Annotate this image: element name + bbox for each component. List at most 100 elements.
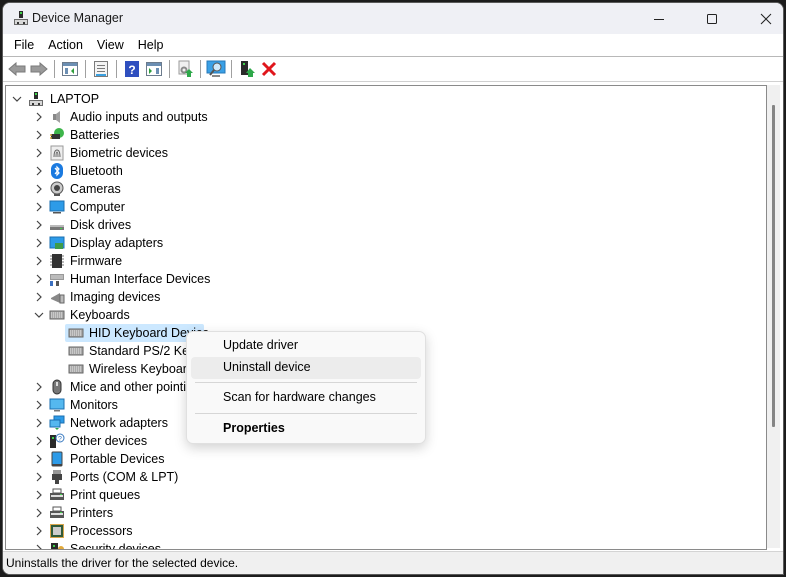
help-button[interactable]: ? bbox=[121, 58, 143, 80]
unknown-device-icon: ? bbox=[50, 433, 65, 448]
device-manager-app-icon bbox=[14, 11, 28, 25]
chevron-right-icon[interactable] bbox=[34, 292, 44, 302]
chevron-right-icon[interactable] bbox=[34, 184, 44, 194]
tree-category-row[interactable]: Human Interface Devices bbox=[6, 270, 746, 288]
scan-hardware-button[interactable] bbox=[205, 58, 227, 80]
tree-category-row[interactable]: Computer bbox=[6, 198, 746, 216]
tree-category-row[interactable]: Security devices bbox=[6, 540, 746, 550]
context-menu-scan-hardware[interactable]: Scan for hardware changes bbox=[191, 387, 421, 409]
tree-category-label: Other devices bbox=[70, 434, 148, 448]
chevron-right-icon[interactable] bbox=[34, 382, 44, 392]
chevron-right-icon[interactable] bbox=[34, 112, 44, 122]
show-action-pane-button[interactable] bbox=[143, 58, 165, 80]
mouse-icon bbox=[52, 379, 62, 395]
tree-category-row[interactable]: Bluetooth bbox=[6, 162, 746, 180]
tree-category-label: Batteries bbox=[70, 128, 120, 142]
toolbar-separator bbox=[169, 60, 170, 78]
chevron-down-icon[interactable] bbox=[12, 94, 22, 104]
menu-view[interactable]: View bbox=[90, 35, 131, 55]
menu-action[interactable]: Action bbox=[41, 35, 90, 55]
forward-button[interactable] bbox=[28, 58, 50, 80]
context-menu-item-label: Uninstall device bbox=[223, 360, 311, 374]
chevron-right-icon[interactable] bbox=[34, 526, 44, 536]
keyboard-icon bbox=[49, 310, 65, 320]
tree-category-row[interactable]: Audio inputs and outputs bbox=[6, 108, 746, 126]
toolbar: ? bbox=[3, 57, 783, 82]
tree-category-row[interactable]: Display adapters bbox=[6, 234, 746, 252]
back-button[interactable] bbox=[6, 58, 28, 80]
close-button[interactable] bbox=[743, 3, 783, 34]
tree-category-row[interactable]: Printers bbox=[6, 504, 746, 522]
chevron-right-icon[interactable] bbox=[34, 274, 44, 284]
device-tree[interactable]: LAPTOP Audio inputs and outputs Batteries B… bbox=[5, 85, 767, 550]
tree-category-label: Display adapters bbox=[70, 236, 164, 250]
show-hide-console-tree-button[interactable] bbox=[59, 58, 81, 80]
tree-category-label: Bluetooth bbox=[70, 164, 123, 178]
chevron-right-icon[interactable] bbox=[34, 130, 44, 140]
security-device-icon bbox=[51, 543, 64, 549]
svg-text:?: ? bbox=[58, 436, 62, 443]
tree-root-row[interactable]: LAPTOP bbox=[6, 90, 746, 108]
minimize-button[interactable] bbox=[636, 3, 682, 34]
toolbar-separator bbox=[200, 60, 201, 78]
tree-category-row[interactable]: Disk drives bbox=[6, 216, 746, 234]
chevron-right-icon[interactable] bbox=[34, 166, 44, 176]
vertical-scrollbar[interactable] bbox=[767, 85, 780, 548]
chevron-right-icon[interactable] bbox=[34, 472, 44, 482]
maximize-icon bbox=[707, 13, 717, 24]
tree-category-row[interactable]: Biometric devices bbox=[6, 144, 746, 162]
chevron-right-icon[interactable] bbox=[34, 490, 44, 500]
properties-button[interactable] bbox=[90, 58, 112, 80]
chevron-down-icon[interactable] bbox=[34, 310, 44, 320]
toolbar-separator bbox=[116, 60, 117, 78]
menu-help[interactable]: Help bbox=[131, 35, 171, 55]
tree-category-row[interactable]: Processors bbox=[6, 522, 746, 540]
tree-category-row[interactable]: Portable Devices bbox=[6, 450, 746, 468]
toolbar-separator bbox=[85, 60, 86, 78]
tree-category-row[interactable]: Batteries bbox=[6, 126, 746, 144]
tree-category-label: Computer bbox=[70, 200, 125, 214]
tree-category-row[interactable]: Print queues bbox=[6, 486, 746, 504]
update-driver-button[interactable] bbox=[174, 58, 196, 80]
tree-category-label: Monitors bbox=[70, 398, 118, 412]
tree-category-label: Print queues bbox=[70, 488, 141, 502]
scrollbar-thumb[interactable] bbox=[772, 105, 775, 427]
processor-icon bbox=[50, 524, 64, 538]
status-text: Uninstalls the driver for the selected d… bbox=[6, 556, 239, 570]
tree-category-row[interactable]: Keyboards bbox=[6, 306, 746, 324]
context-menu-properties[interactable]: Properties bbox=[191, 418, 421, 440]
context-menu-item-label: Scan for hardware changes bbox=[223, 390, 376, 404]
tree-category-label: Network adapters bbox=[70, 416, 168, 430]
context-menu-update-driver[interactable]: Update driver bbox=[191, 335, 421, 357]
uninstall-device-icon bbox=[261, 61, 277, 77]
scan-hardware-icon bbox=[206, 60, 226, 77]
back-arrow-icon bbox=[8, 62, 26, 76]
show-action-pane-icon bbox=[146, 62, 162, 76]
uninstall-device-button[interactable] bbox=[258, 58, 280, 80]
chevron-right-icon[interactable] bbox=[34, 544, 44, 550]
menu-file[interactable]: File bbox=[7, 35, 41, 55]
chevron-right-icon[interactable] bbox=[34, 202, 44, 212]
chevron-right-icon[interactable] bbox=[34, 238, 44, 248]
chevron-right-icon[interactable] bbox=[34, 220, 44, 230]
chevron-right-icon[interactable] bbox=[34, 400, 44, 410]
tree-category-label: Audio inputs and outputs bbox=[70, 110, 208, 124]
chevron-right-icon[interactable] bbox=[34, 454, 44, 464]
context-menu-uninstall-device[interactable]: Uninstall device bbox=[191, 357, 421, 379]
context-menu-item-label: Update driver bbox=[223, 338, 299, 352]
tree-category-label: Firmware bbox=[70, 254, 123, 268]
enable-device-button[interactable] bbox=[236, 58, 258, 80]
chevron-right-icon[interactable] bbox=[34, 256, 44, 266]
tree-category-row[interactable]: Firmware bbox=[6, 252, 746, 270]
tree-category-label: Ports (COM & LPT) bbox=[70, 470, 179, 484]
tree-category-row[interactable]: Cameras bbox=[6, 180, 746, 198]
tree-category-label: Portable Devices bbox=[70, 452, 165, 466]
chevron-right-icon[interactable] bbox=[34, 148, 44, 158]
chevron-right-icon[interactable] bbox=[34, 508, 44, 518]
maximize-button[interactable] bbox=[689, 3, 735, 34]
tree-category-row[interactable]: Imaging devices bbox=[6, 288, 746, 306]
tree-category-row[interactable]: Ports (COM & LPT) bbox=[6, 468, 746, 486]
chevron-right-icon[interactable] bbox=[34, 436, 44, 446]
printer-icon bbox=[50, 488, 64, 500]
chevron-right-icon[interactable] bbox=[34, 418, 44, 428]
